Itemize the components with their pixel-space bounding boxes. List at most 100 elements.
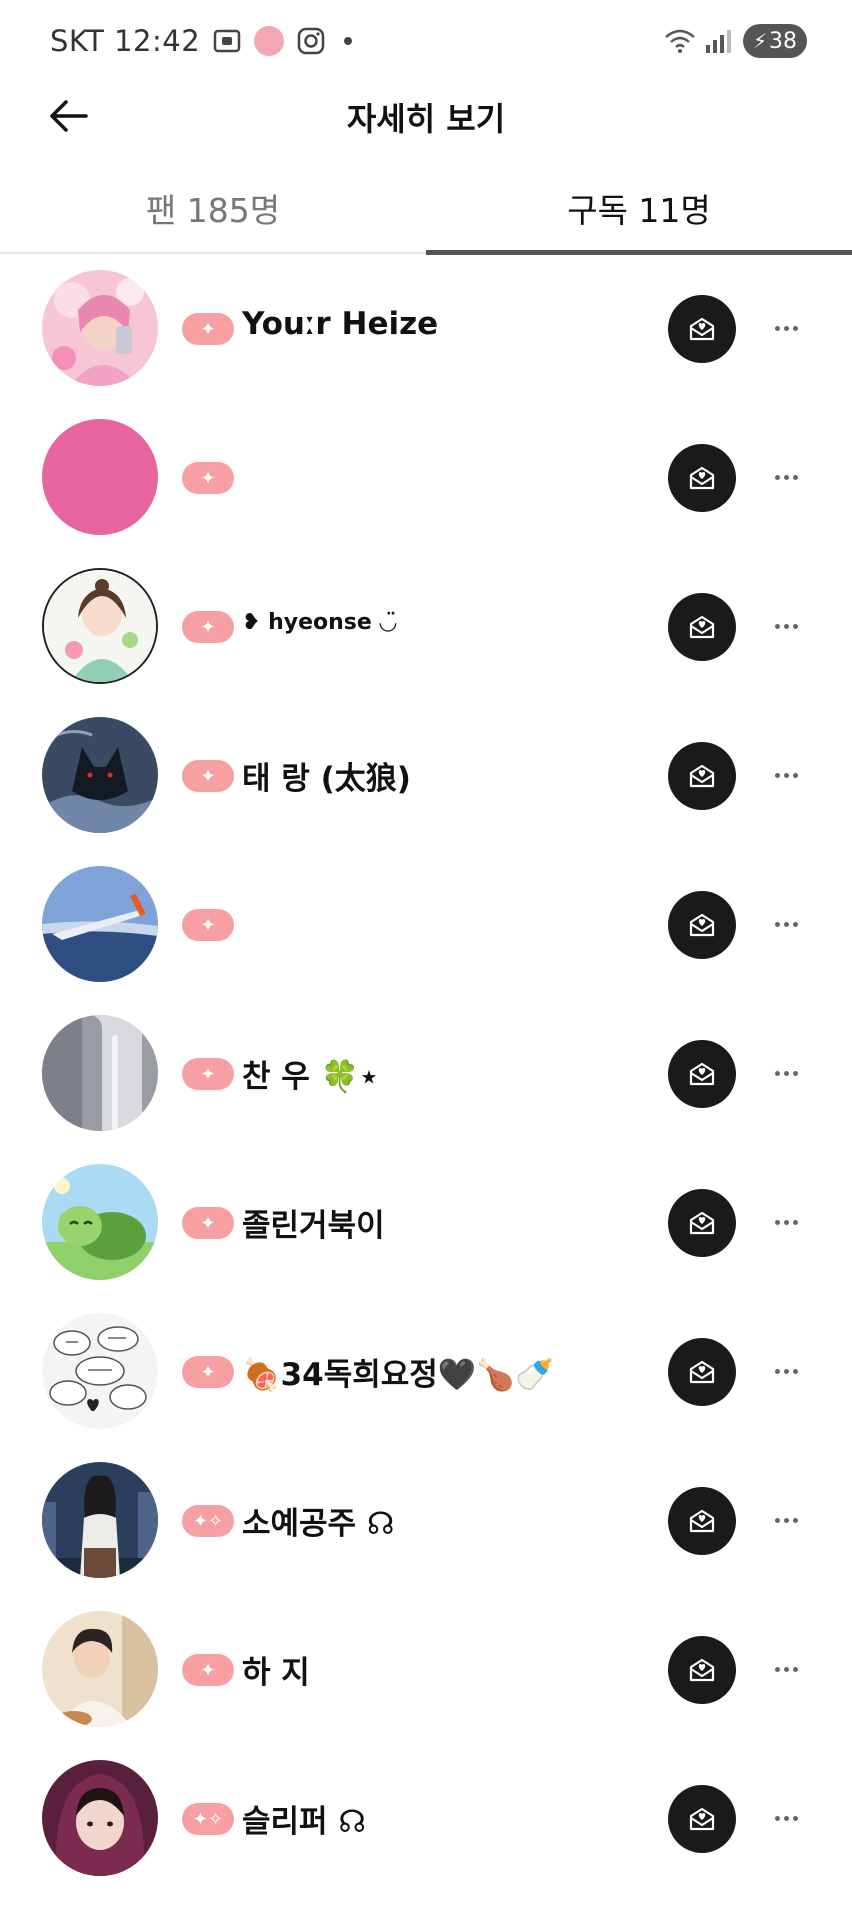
- message-button[interactable]: [668, 1338, 736, 1406]
- app-icon: [254, 26, 285, 56]
- subscription-name: 슬리퍼 ☊: [242, 1804, 366, 1840]
- list-item[interactable]: ✦ 태 랑 (太狼): [0, 701, 852, 850]
- heart-letter-icon: [689, 615, 715, 639]
- avatar[interactable]: [42, 1313, 158, 1429]
- subscription-name: ❥ hyeonse ◡̈: [242, 610, 397, 635]
- avatar[interactable]: [42, 1164, 158, 1280]
- wifi-icon: [663, 26, 695, 56]
- speech-bubbles-avatar: [42, 1313, 158, 1429]
- avatar[interactable]: [42, 1462, 158, 1578]
- avatar[interactable]: [42, 1611, 158, 1727]
- more-options-button[interactable]: [764, 1651, 808, 1687]
- avatar[interactable]: [42, 270, 158, 386]
- more-options-button[interactable]: [764, 1800, 808, 1836]
- status-right: ⚡ 38: [663, 20, 807, 62]
- list-item[interactable]: ✦ 🍖34독희요정🖤🍗🍼: [0, 1297, 852, 1446]
- heart-letter-icon: [689, 764, 715, 788]
- message-button[interactable]: [668, 742, 736, 810]
- airplane-wing-avatar: [42, 866, 158, 982]
- list-item[interactable]: ✦: [0, 403, 852, 552]
- more-options-button[interactable]: [764, 906, 808, 942]
- pink-selfie-avatar: [42, 270, 158, 386]
- carrier-time: SKT 12:42: [50, 24, 201, 58]
- message-button[interactable]: [668, 1636, 736, 1704]
- notification-dot-icon: [344, 37, 353, 45]
- pink-solid-avatar: [42, 419, 158, 535]
- list-item[interactable]: ✦: [0, 850, 852, 999]
- message-button[interactable]: [668, 1040, 736, 1108]
- message-button[interactable]: [668, 1785, 736, 1853]
- instagram-icon: [296, 26, 326, 56]
- status-left: SKT 12:42: [50, 20, 353, 62]
- sparkle-badge-icon: ✦: [182, 611, 234, 643]
- battery-charging-icon: ⚡ 38: [742, 24, 807, 58]
- more-options-button[interactable]: [764, 310, 808, 346]
- sparkle-badge-icon: ✦: [182, 313, 234, 345]
- battery-level: 38: [769, 28, 797, 54]
- tab-fans[interactable]: 팬 185명: [0, 170, 426, 254]
- message-button[interactable]: [668, 1487, 736, 1555]
- heart-letter-icon: [689, 1509, 715, 1533]
- grey-object-avatar: [42, 1015, 158, 1131]
- sparkle-badge-icon: ✦: [182, 1356, 234, 1388]
- dark-wolf-avatar: [42, 717, 158, 833]
- heart-letter-icon: [689, 1807, 715, 1831]
- illustrated-girl-avatar: [44, 570, 156, 682]
- avatar[interactable]: [42, 1015, 158, 1131]
- subscription-name: 태 랑 (太狼): [242, 761, 411, 797]
- heart-letter-icon: [689, 1360, 715, 1384]
- heart-letter-icon: [689, 1062, 715, 1086]
- avatar[interactable]: [42, 419, 158, 535]
- heart-letter-icon: [689, 1658, 715, 1682]
- subscription-name: 졸린거북이: [242, 1208, 385, 1244]
- more-options-button[interactable]: [764, 608, 808, 644]
- heart-letter-icon: [689, 913, 715, 937]
- list-item[interactable]: ✦ 찬 우 🍀⋆: [0, 999, 852, 1148]
- avatar[interactable]: [42, 1760, 158, 1876]
- avatar[interactable]: [42, 866, 158, 982]
- list-item[interactable]: ✦ ❥ hyeonse ◡̈: [0, 552, 852, 701]
- subscription-name: 찬 우 🍀⋆: [242, 1059, 379, 1095]
- subscription-name: 하 지: [242, 1655, 310, 1691]
- screenshot-icon: [212, 26, 242, 56]
- tab-subscriptions[interactable]: 구독 11명: [426, 170, 852, 254]
- more-options-button[interactable]: [764, 1353, 808, 1389]
- avatar[interactable]: [42, 568, 158, 684]
- message-button[interactable]: [668, 444, 736, 512]
- more-options-button[interactable]: [764, 459, 808, 495]
- message-button[interactable]: [668, 593, 736, 661]
- subscription-name: Youːr Heize: [242, 306, 439, 342]
- sparkle-badge-icon: ✦: [182, 462, 234, 494]
- list-item[interactable]: ✦ Youːr Heize: [0, 254, 852, 403]
- heart-letter-icon: [689, 466, 715, 490]
- heart-letter-icon: [689, 1211, 715, 1235]
- signal-icon: [703, 26, 733, 56]
- list-item[interactable]: ✦✧ 슬리퍼 ☊: [0, 1744, 852, 1893]
- sparkle-badge-icon: ✦: [182, 1207, 234, 1239]
- double-sparkle-badge-icon: ✦✧: [182, 1505, 234, 1537]
- double-sparkle-badge-icon: ✦✧: [182, 1803, 234, 1835]
- sparkle-badge-icon: ✦: [182, 760, 234, 792]
- city-girl-avatar: [42, 1462, 158, 1578]
- message-button[interactable]: [668, 295, 736, 363]
- list-item[interactable]: ✦✧ 소예공주 ☊: [0, 1446, 852, 1595]
- more-options-button[interactable]: [764, 1055, 808, 1091]
- cartoon-turtle-avatar: [42, 1164, 158, 1280]
- more-options-button[interactable]: [764, 1204, 808, 1240]
- header: 자세히 보기: [0, 80, 852, 152]
- sparkle-badge-icon: ✦: [182, 1654, 234, 1686]
- more-options-button[interactable]: [764, 757, 808, 793]
- avatar[interactable]: [42, 717, 158, 833]
- boy-illustration-avatar: [42, 1611, 158, 1727]
- heart-letter-icon: [689, 317, 715, 341]
- sparkle-badge-icon: ✦: [182, 909, 234, 941]
- bolt-icon: ⚡: [752, 29, 767, 53]
- message-button[interactable]: [668, 1189, 736, 1257]
- subscription-name: 소예공주 ☊: [242, 1506, 395, 1542]
- list-item[interactable]: ✦ 졸린거북이: [0, 1148, 852, 1297]
- message-button[interactable]: [668, 891, 736, 959]
- more-options-button[interactable]: [764, 1502, 808, 1538]
- hoodie-girl-avatar: [42, 1760, 158, 1876]
- page-title: 자세히 보기: [346, 100, 506, 138]
- list-item[interactable]: ✦ 하 지: [0, 1595, 852, 1744]
